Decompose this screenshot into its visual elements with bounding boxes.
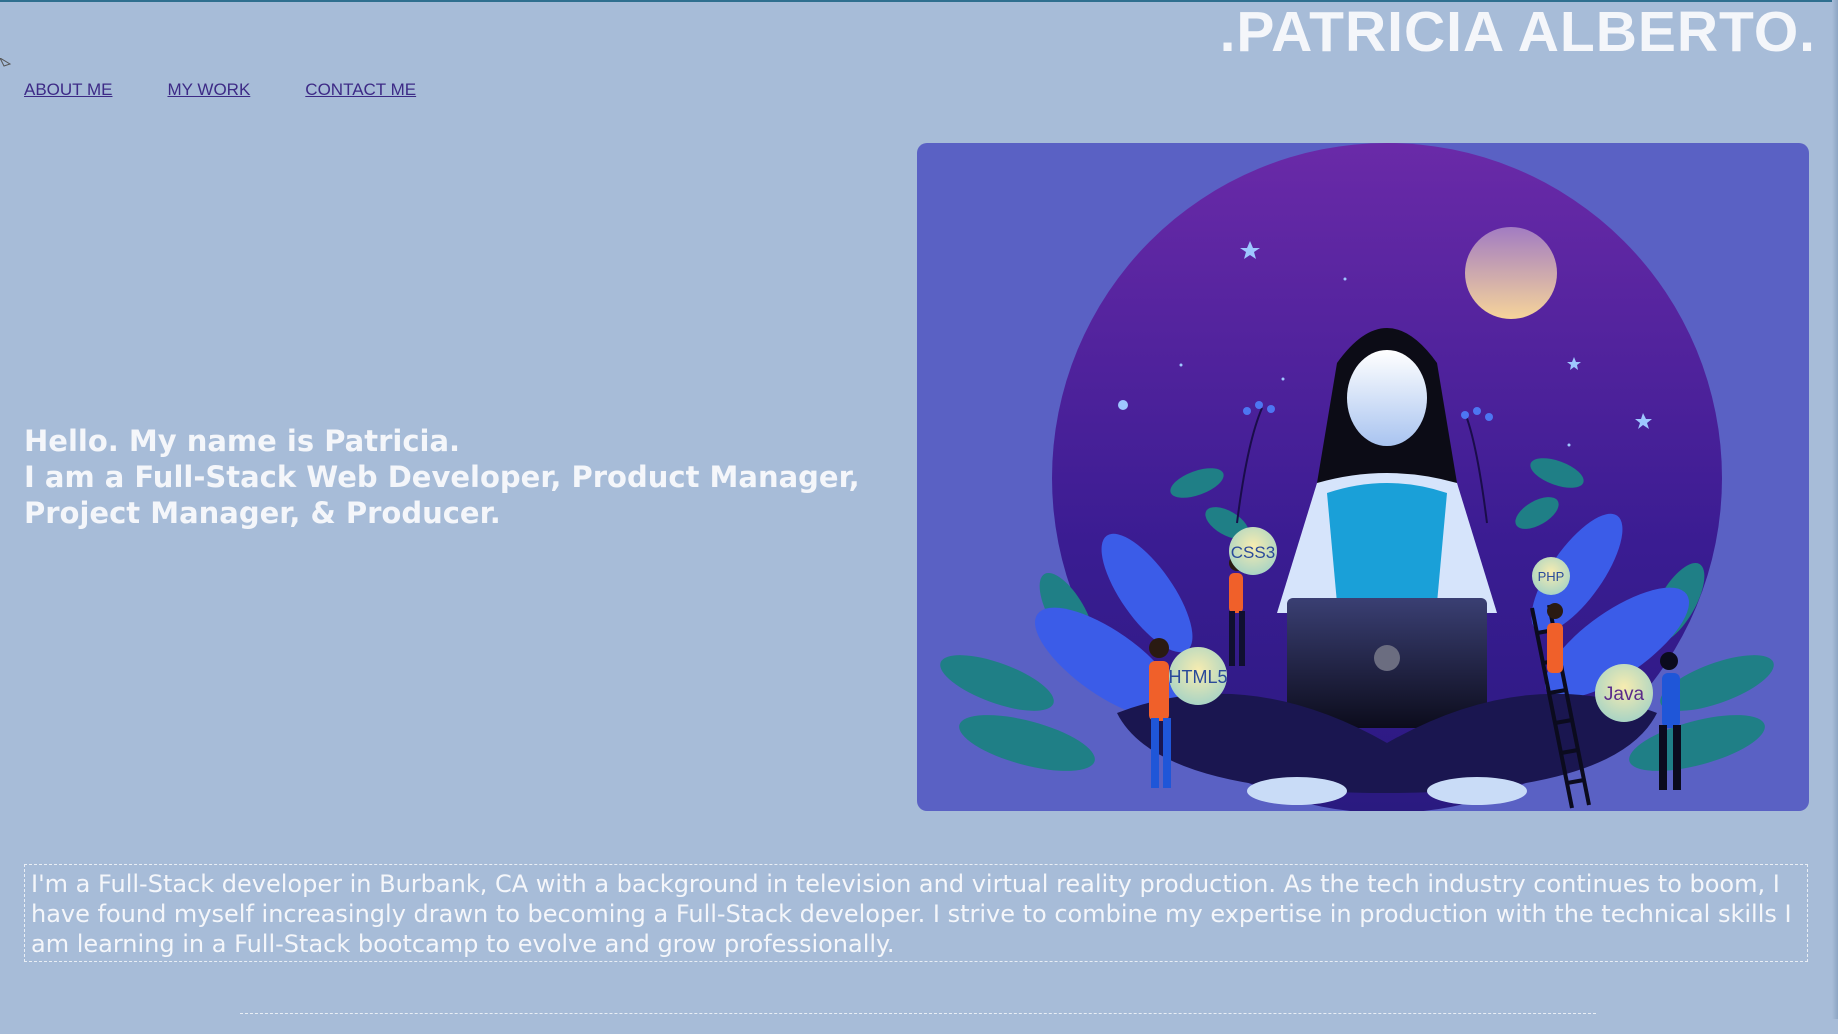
next-section-border [240, 1013, 1596, 1034]
about-text: I'm a Full-Stack developer in Burbank, C… [31, 870, 1792, 958]
main-nav: ABOUT ME MY WORK CONTACT ME [24, 80, 471, 100]
developer-illustration: CSS3 PHP HTML5 Java [940, 143, 1774, 811]
hero-illustration: CSS3 PHP HTML5 Java [917, 143, 1809, 811]
badge-php: PHP [1538, 569, 1565, 584]
nav-link-contact-me[interactable]: CONTACT ME [305, 80, 416, 100]
about-section: I'm a Full-Stack developer in Burbank, C… [24, 864, 1808, 962]
intro-roles: I am a Full-Stack Web Developer, Product… [24, 460, 860, 530]
scrollbar-edge[interactable] [1832, 0, 1838, 1019]
cursor-icon [0, 58, 12, 67]
badge-java: Java [1604, 684, 1645, 705]
intro-heading: Hello. My name is Patricia. I am a Full-… [24, 423, 914, 531]
badge-html5: HTML5 [1168, 667, 1227, 687]
badge-css3: CSS3 [1231, 543, 1275, 562]
intro-greeting: Hello. My name is Patricia. [24, 424, 461, 458]
nav-link-my-work[interactable]: MY WORK [167, 80, 250, 100]
site-title: .PATRICIA ALBERTO. [1219, 0, 1816, 64]
nav-link-about-me[interactable]: ABOUT ME [24, 80, 112, 100]
